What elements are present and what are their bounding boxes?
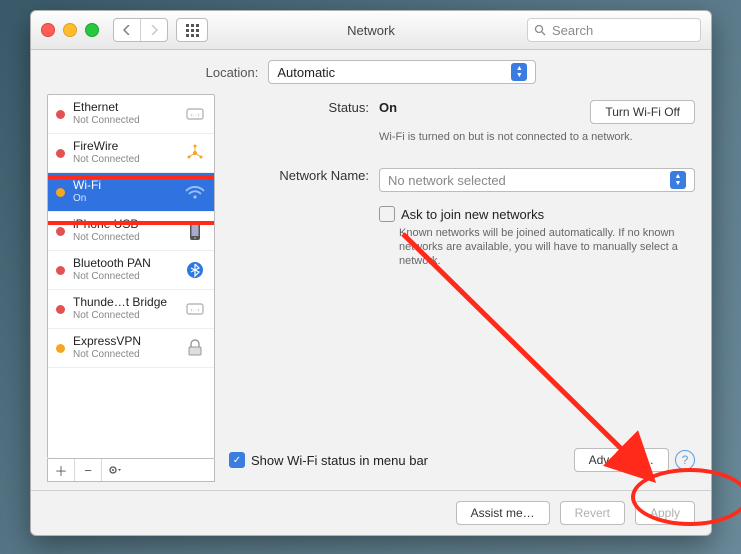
apply-button[interactable]: Apply [635, 501, 695, 525]
ask-to-join-description: Known networks will be joined automatica… [399, 226, 679, 268]
zoom-button[interactable] [85, 23, 99, 37]
status-label: Status: [229, 100, 379, 124]
service-name: Ethernet [73, 100, 140, 114]
status-dot [56, 188, 65, 197]
forward-button[interactable] [140, 19, 167, 41]
svg-text:‹··›: ‹··› [190, 307, 200, 314]
ethernet-icon: ‹··› [184, 103, 206, 125]
service-name: iPhone USB [73, 217, 140, 231]
service-status: Not Connected [73, 348, 141, 362]
location-label: Location: [206, 65, 259, 80]
service-item-expressvpn[interactable]: ExpressVPNNot Connected [48, 329, 214, 368]
service-status: Not Connected [73, 270, 151, 284]
services-list: EthernetNot Connected ‹··› FireWireNot C… [47, 94, 215, 459]
revert-button[interactable]: Revert [560, 501, 625, 525]
service-name: ExpressVPN [73, 334, 141, 348]
back-button[interactable] [114, 19, 140, 41]
location-select[interactable]: Automatic ▲▼ [268, 60, 536, 84]
status-dot [56, 149, 65, 158]
checkbox-icon [379, 206, 395, 222]
status-value: On [379, 100, 397, 115]
status-dot [56, 305, 65, 314]
network-name-value: No network selected [388, 173, 506, 188]
service-item-bluetooth[interactable]: Bluetooth PANNot Connected [48, 251, 214, 290]
nav-buttons [113, 18, 168, 42]
show-status-label: Show Wi-Fi status in menu bar [251, 453, 428, 468]
ask-to-join-label: Ask to join new networks [401, 207, 544, 222]
service-status: Not Connected [73, 153, 140, 167]
bottom-bar: Assist me… Revert Apply [31, 490, 711, 535]
main-content: EthernetNot Connected ‹··› FireWireNot C… [31, 94, 711, 490]
service-status: On [73, 192, 101, 206]
service-item-firewire[interactable]: FireWireNot Connected [48, 134, 214, 173]
iphone-icon [184, 220, 206, 242]
remove-service-button[interactable]: − [75, 459, 102, 481]
minimize-button[interactable] [63, 23, 77, 37]
location-value: Automatic [277, 65, 335, 80]
svg-text:‹··›: ‹··› [190, 112, 200, 119]
search-icon [534, 24, 546, 36]
services-column: EthernetNot Connected ‹··› FireWireNot C… [47, 94, 215, 482]
firewire-icon [184, 142, 206, 164]
network-name-label: Network Name: [229, 168, 379, 192]
chevron-updown-icon: ▲▼ [670, 171, 686, 189]
checkbox-checked-icon: ✓ [229, 452, 245, 468]
status-dot [56, 266, 65, 275]
service-status: Not Connected [73, 309, 167, 323]
wifi-icon [184, 181, 206, 203]
search-field[interactable]: Search [527, 18, 701, 42]
ask-to-join-checkbox[interactable]: Ask to join new networks [379, 206, 695, 222]
service-item-ethernet[interactable]: EthernetNot Connected ‹··› [48, 95, 214, 134]
service-name: Thunde…t Bridge [73, 295, 167, 309]
service-item-thunderbolt-bridge[interactable]: Thunde…t BridgeNot Connected ‹··› [48, 290, 214, 329]
help-button[interactable]: ? [675, 450, 695, 470]
search-placeholder: Search [552, 23, 593, 38]
traffic-lights [41, 23, 99, 37]
show-all-button[interactable] [176, 18, 208, 42]
status-dot [56, 227, 65, 236]
network-name-select[interactable]: No network selected ▲▼ [379, 168, 695, 192]
thunderbolt-icon: ‹··› [184, 298, 206, 320]
list-footer: ＋ − [47, 459, 215, 482]
status-dot [56, 110, 65, 119]
service-name: Bluetooth PAN [73, 256, 151, 270]
service-status: Not Connected [73, 231, 140, 245]
bluetooth-icon [184, 259, 206, 281]
service-actions-button[interactable] [102, 459, 128, 481]
status-dot [56, 344, 65, 353]
close-button[interactable] [41, 23, 55, 37]
service-name: FireWire [73, 139, 140, 153]
turn-wifi-off-button[interactable]: Turn Wi-Fi Off [590, 100, 695, 124]
service-name: Wi-Fi [73, 178, 101, 192]
add-service-button[interactable]: ＋ [48, 459, 75, 481]
status-description: Wi-Fi is turned on but is not connected … [379, 130, 659, 144]
show-status-checkbox[interactable]: ✓ Show Wi-Fi status in menu bar [229, 452, 428, 468]
advanced-button[interactable]: Advanced… [574, 448, 669, 472]
service-item-iphone-usb[interactable]: iPhone USBNot Connected [48, 212, 214, 251]
service-item-wifi[interactable]: Wi-FiOn [48, 173, 214, 212]
gear-icon [108, 464, 122, 476]
assist-me-button[interactable]: Assist me… [456, 501, 550, 525]
service-status: Not Connected [73, 114, 140, 128]
chevron-updown-icon: ▲▼ [511, 63, 527, 81]
network-prefs-window: Network Search Location: Automatic ▲▼ Et… [30, 10, 712, 536]
titlebar: Network Search [31, 11, 711, 50]
location-row: Location: Automatic ▲▼ [31, 50, 711, 94]
detail-panel: Status: On Turn Wi-Fi Off Wi-Fi is turne… [229, 94, 695, 482]
vpn-lock-icon [184, 337, 206, 359]
